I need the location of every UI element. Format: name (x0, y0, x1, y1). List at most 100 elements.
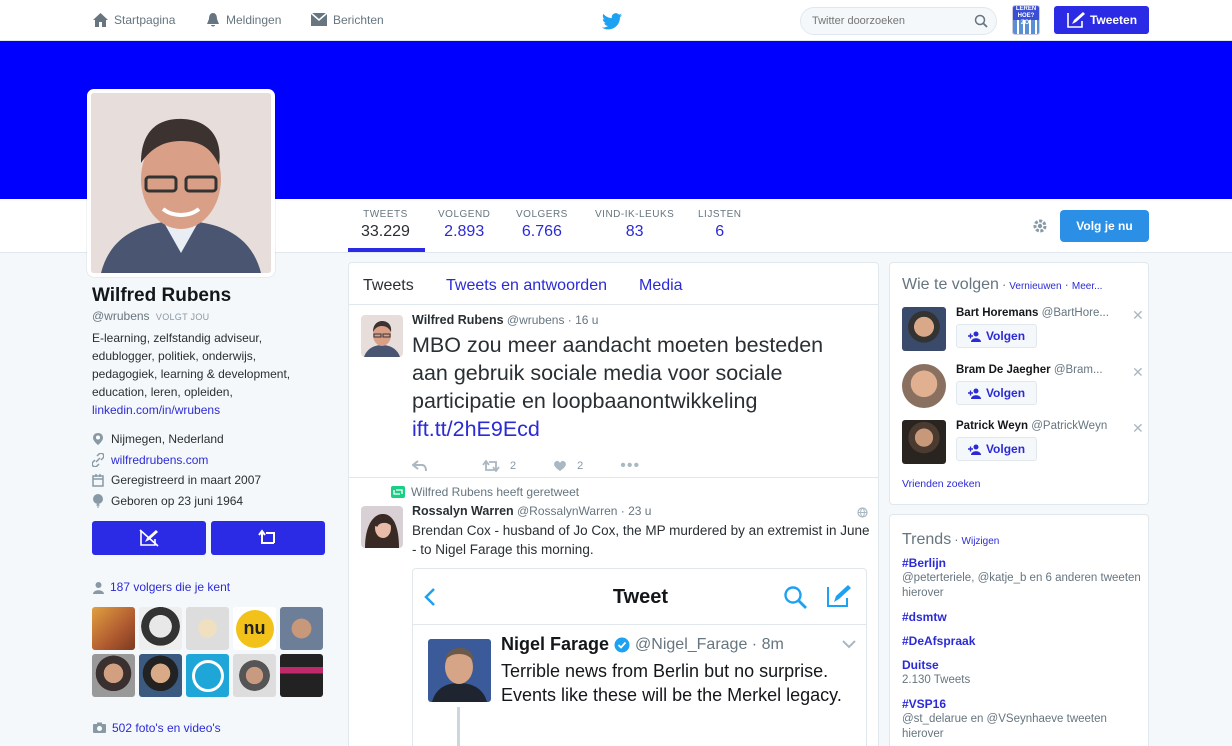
follower-thumbnail[interactable] (139, 654, 182, 697)
follower-thumbnail[interactable] (186, 654, 229, 697)
website-link[interactable]: wilfredrubens.com (111, 453, 208, 467)
follows-you-badge: VOLGT JOU (155, 312, 210, 322)
nav-home[interactable]: Startpagina (92, 12, 175, 28)
trend-item[interactable]: Duitse 2.130 Tweets (902, 658, 1142, 688)
tweet-link[interactable]: ift.tt/2hE9Ecd (412, 417, 540, 441)
trend-item[interactable]: #DeAfspraak (902, 634, 1142, 648)
tweet-body: MBO zou meer aandacht moeten besteden aa… (412, 333, 824, 413)
reply-icon[interactable] (412, 460, 428, 472)
stat-value: 2.893 (444, 223, 485, 240)
suggestion-follow-button[interactable]: Volgen (956, 324, 1037, 348)
profile-avatar[interactable] (87, 89, 275, 277)
suggestion-follow-button[interactable]: Volgen (956, 381, 1037, 405)
suggestion-avatar[interactable] (902, 307, 946, 351)
trend-item[interactable]: #dsmtw (902, 610, 1142, 624)
stat-lists[interactable]: LIJSTEN 6 (698, 209, 742, 241)
profile-meta: Nijmegen, Nederland wilfredrubens.com Ge… (92, 429, 326, 511)
suggestion-follow-button[interactable]: Volgen (956, 437, 1037, 461)
follower-thumbnail[interactable] (280, 654, 323, 697)
search-box[interactable] (800, 7, 997, 35)
nav-notifications[interactable]: Meldingen (205, 12, 281, 28)
follower-thumbnail[interactable] (92, 607, 135, 650)
envelope-icon (310, 12, 328, 26)
heart-icon[interactable] (553, 460, 567, 472)
tweet-timestamp[interactable]: 23 u (628, 504, 651, 518)
compose-tweet-button[interactable]: Tweeten (1054, 6, 1149, 34)
photos-videos-link[interactable]: 502 foto's en video's (92, 721, 221, 735)
tweet-author-avatar[interactable] (361, 506, 403, 548)
home-icon (93, 13, 108, 27)
account-avatar[interactable]: LEREN HOE?ZO! (1012, 5, 1040, 35)
nav-messages[interactable]: Berichten (310, 12, 384, 27)
suggestion-avatar[interactable] (902, 364, 946, 408)
wtf-refresh-link[interactable]: Vernieuwen (1009, 281, 1061, 292)
suggestion-fullname: Patrick Weyn (956, 420, 1029, 432)
gear-icon[interactable] (1031, 217, 1049, 235)
chevron-down-icon (842, 640, 856, 649)
stat-label: VOLGERS (516, 209, 568, 220)
profile-website: wilfredrubens.com (92, 450, 326, 471)
follower-thumbnail[interactable] (139, 607, 182, 650)
retweet-count: 2 (510, 460, 517, 472)
compose-icon (1067, 12, 1085, 28)
trends-change-link[interactable]: Wijzigen (962, 536, 1000, 547)
known-followers-grid: nu (92, 607, 323, 697)
more-options-icon[interactable]: ••• (620, 457, 640, 475)
stat-tweets[interactable]: TWEETS 33.229 (361, 209, 410, 241)
stat-value: 83 (625, 223, 644, 240)
suggestion-name[interactable]: Patrick Weyn @PatrickWeyn (956, 420, 1131, 432)
profile-handle[interactable]: @wrubens (92, 309, 150, 323)
tab-tweets-and-replies[interactable]: Tweets en antwoorden (446, 277, 607, 295)
suggestion-handle: @PatrickWeyn (1031, 420, 1108, 432)
profile-joined: Geregistreerd in maart 2007 (92, 470, 326, 491)
tab-media[interactable]: Media (639, 277, 683, 295)
suggestion-name[interactable]: Bram De Jaegher @Bram... (956, 364, 1131, 376)
wtf-more-link[interactable]: Meer... (1072, 281, 1103, 292)
search-input[interactable] (801, 8, 961, 34)
tweet-author-name[interactable]: Wilfred Rubens (412, 313, 504, 327)
profile-bio: E-learning, zelfstandig adviseur, edublo… (92, 329, 326, 419)
stat-value: 6 (715, 223, 725, 240)
bio-link[interactable]: linkedin.com/in/wrubens (92, 403, 220, 417)
message-button[interactable] (211, 521, 325, 555)
stat-followers[interactable]: VOLGERS 6.766 (516, 209, 568, 241)
stat-following[interactable]: VOLGEND 2.893 (438, 209, 490, 241)
tab-tweets[interactable]: Tweets (363, 277, 414, 295)
trend-item[interactable]: #VSP16 @st_delarue en @VSeynhaeve tweete… (902, 697, 1142, 742)
tweet-author-avatar[interactable] (361, 315, 403, 357)
tweet-timestamp[interactable]: 16 u (575, 313, 598, 327)
tweet-item[interactable]: Wilfred Rubens heeft geretweet Rossalyn … (349, 478, 878, 746)
twitter-bird-icon[interactable] (602, 13, 622, 33)
tweet-media-image[interactable]: Tweet Nigel Farage @Nigel_Farage · 8m Te… (412, 568, 867, 746)
search-icon[interactable] (974, 14, 988, 28)
trend-item[interactable]: #Berlijn @peterteriele, @katje_b en 6 an… (902, 556, 1142, 601)
follow-button[interactable]: Volg je nu (1060, 210, 1149, 242)
trends-header: Trends · Wijzigen (902, 531, 1000, 548)
tweet-item[interactable]: Wilfred Rubens @wrubens · 16 u MBO zou m… (349, 305, 878, 478)
dismiss-suggestion-icon[interactable]: ✕ (1132, 307, 1144, 324)
embed-timestamp: 8m (761, 635, 784, 653)
retweet-icon[interactable] (482, 460, 500, 472)
link-icon (92, 452, 104, 467)
tweet-to-button[interactable] (92, 521, 206, 555)
tweet-author-handle[interactable]: @wrubens (507, 313, 565, 327)
follower-thumbnail[interactable] (186, 607, 229, 650)
follower-thumbnail[interactable]: nu (233, 607, 276, 650)
known-followers-link[interactable]: 187 volgers die je kent (92, 580, 230, 594)
retweet-context-text[interactable]: Wilfred Rubens heeft geretweet (411, 485, 579, 499)
bell-icon (207, 13, 219, 27)
dismiss-suggestion-icon[interactable]: ✕ (1132, 364, 1144, 381)
timeline: Tweets Tweets en antwoorden Media Wilfre… (348, 262, 879, 746)
suggestion-avatar[interactable] (902, 420, 946, 464)
suggestion-handle: @Bram... (1053, 364, 1103, 376)
tweet-author-handle[interactable]: @RossalynWarren (517, 504, 617, 518)
follower-thumbnail[interactable] (280, 607, 323, 650)
stat-likes[interactable]: VIND-IK-LEUKS 83 (595, 209, 674, 241)
suggestion-name[interactable]: Bart Horemans @BartHore... (956, 307, 1131, 319)
dismiss-suggestion-icon[interactable]: ✕ (1132, 420, 1144, 437)
find-friends-link[interactable]: Vrienden zoeken (902, 478, 980, 490)
follower-thumbnail[interactable] (92, 654, 135, 697)
follower-thumbnail[interactable] (233, 654, 276, 697)
tweet-author-name[interactable]: Rossalyn Warren (412, 504, 514, 518)
verified-badge-icon (614, 637, 630, 652)
